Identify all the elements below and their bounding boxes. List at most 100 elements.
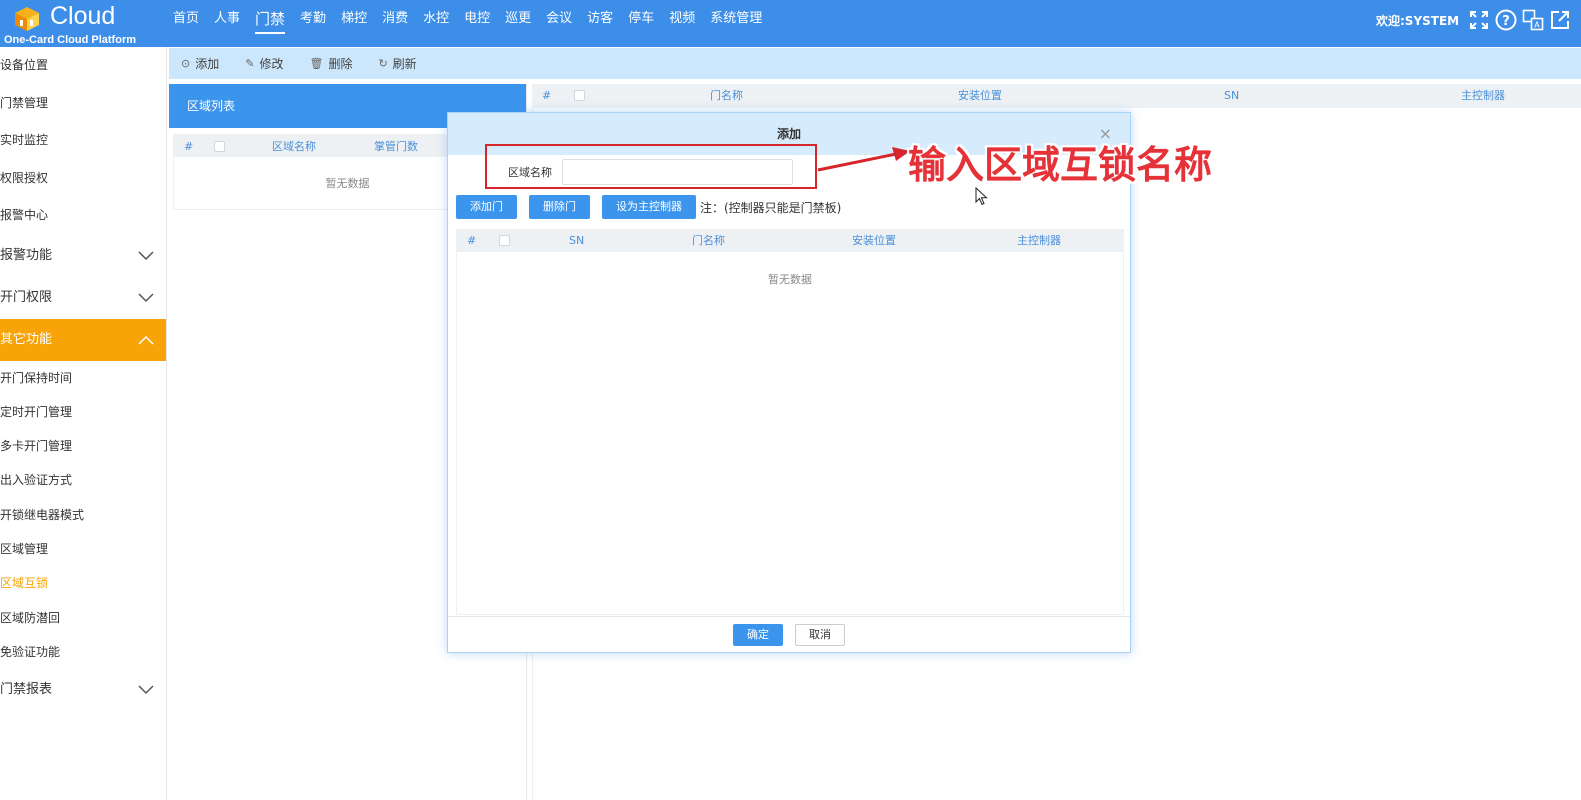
dialog-button-row: 添加门 删除门 设为主控制器 注：(控制器只能是门禁板) xyxy=(456,195,841,219)
sidebar-item[interactable]: 开门保持时间 xyxy=(0,361,166,395)
add-button[interactable]: ⊙ 添加 xyxy=(181,55,219,72)
nav-item[interactable]: 巡更 xyxy=(505,0,531,40)
sidebar-item[interactable]: 设备位置 xyxy=(0,47,166,85)
set-master-controller-button[interactable]: 设为主控制器 xyxy=(602,195,696,219)
cancel-button[interactable]: 取消 xyxy=(795,623,845,646)
col-location: 安装位置 xyxy=(852,234,896,247)
delete-door-button[interactable]: 删除门 xyxy=(529,195,590,219)
sidebar-item[interactable]: 免验证功能 xyxy=(0,635,166,669)
logo-text: Cloud xyxy=(50,2,116,30)
sidebar-item[interactable]: 多卡开门管理 xyxy=(0,429,166,463)
edit-button-label: 修改 xyxy=(259,57,284,71)
col-controller: 主控制器 xyxy=(1461,89,1505,102)
nav-item[interactable]: 访客 xyxy=(587,0,613,40)
sidebar-item[interactable]: 开门权限 xyxy=(0,277,166,319)
col-controller: 主控制器 xyxy=(1017,234,1061,247)
chevron-up-icon xyxy=(136,319,156,361)
sidebar-item[interactable]: 区域互锁 xyxy=(0,566,166,600)
add-button-label: 添加 xyxy=(195,57,220,71)
sidebar-item[interactable]: 权限授权 xyxy=(0,160,166,198)
select-all-cell xyxy=(499,235,510,248)
col-door-name: 门名称 xyxy=(692,234,725,247)
sidebar-item-label: 其它功能 xyxy=(0,331,53,347)
pencil-icon: ✎ xyxy=(245,57,255,70)
nav-item[interactable]: 系统管理 xyxy=(710,0,762,40)
sidebar-item-label: 实时监控 xyxy=(0,133,49,147)
col-index: # xyxy=(467,234,477,247)
nav-item[interactable]: 梯控 xyxy=(341,0,367,40)
sidebar-item[interactable]: 报警功能 xyxy=(0,235,166,277)
nav-item[interactable]: 消费 xyxy=(382,0,408,40)
nav-item[interactable]: 视频 xyxy=(669,0,695,40)
nav-item[interactable]: 首页 xyxy=(173,0,199,40)
col-door-name: 门名称 xyxy=(710,89,743,102)
nav-item[interactable]: 电控 xyxy=(464,0,490,40)
delete-button-label: 删除 xyxy=(328,57,353,71)
svg-text:?: ? xyxy=(1502,14,1510,29)
nav-item[interactable]: 会议 xyxy=(546,0,572,40)
select-all-checkbox[interactable] xyxy=(214,140,225,152)
sidebar-item-label: 免验证功能 xyxy=(0,644,61,659)
sidebar-item-label: 报警中心 xyxy=(0,208,49,222)
sidebar-item-label: 开门保持时间 xyxy=(0,370,73,385)
controller-note: 注：(控制器只能是门禁板) xyxy=(700,200,842,215)
sidebar-item[interactable]: 报警中心 xyxy=(0,197,166,235)
plus-circle-icon: ⊙ xyxy=(181,57,191,70)
col-index: # xyxy=(542,89,552,102)
sidebar-item-label: 多卡开门管理 xyxy=(0,439,73,454)
sidebar-item[interactable]: 定时开门管理 xyxy=(0,395,166,429)
sidebar-item[interactable]: 区域管理 xyxy=(0,532,166,566)
logo-cube-icon xyxy=(15,7,39,31)
sidebar-item-label: 门禁报表 xyxy=(0,682,53,698)
refresh-button[interactable]: ↻ 刷新 xyxy=(378,55,416,72)
help-icon[interactable]: ? xyxy=(1494,8,1518,32)
welcome-text: 欢迎:SYSTEM xyxy=(1376,14,1460,28)
sidebar-item[interactable]: 门禁报表 xyxy=(0,669,166,711)
chevron-down-icon xyxy=(136,277,156,319)
sidebar-item-label: 定时开门管理 xyxy=(0,404,73,419)
svg-text:A: A xyxy=(1534,21,1540,30)
sidebar-item[interactable]: 开锁继电器模式 xyxy=(0,498,166,532)
edit-button[interactable]: ✎ 修改 xyxy=(245,55,283,72)
annotation-text: 输入区域互锁名称 xyxy=(908,143,1213,187)
delete-button[interactable]: 🗑 删除 xyxy=(309,55,352,72)
fullscreen-icon[interactable] xyxy=(1467,8,1491,32)
nav-item[interactable]: 考勤 xyxy=(300,0,326,40)
refresh-icon: ↻ xyxy=(378,57,388,70)
sidebar-item[interactable]: 区域防潜回 xyxy=(0,601,166,635)
nav-item[interactable]: 水控 xyxy=(423,0,449,40)
sidebar-item[interactable]: 其它功能 xyxy=(0,318,166,361)
mouse-cursor-icon xyxy=(975,187,988,206)
add-door-button[interactable]: 添加门 xyxy=(456,195,517,219)
confirm-button[interactable]: 确定 xyxy=(733,623,783,646)
select-all-checkbox[interactable] xyxy=(574,90,585,101)
sidebar-item-label: 区域互锁 xyxy=(0,576,49,591)
nav-item[interactable]: 人事 xyxy=(214,0,240,40)
nav-item[interactable]: 门禁 xyxy=(255,0,286,40)
trash-icon: 🗑 xyxy=(309,57,324,70)
sidebar-item-label: 报警功能 xyxy=(0,247,53,263)
language-icon[interactable]: A xyxy=(1521,8,1545,32)
sidebar-item[interactable]: 出入验证方式 xyxy=(0,463,166,497)
empty-message: 暂无数据 xyxy=(768,273,812,286)
toolbar: ⊙ 添加 ✎ 修改 🗑 删除 ↻ 刷新 xyxy=(169,48,1581,79)
refresh-button-label: 刷新 xyxy=(392,57,417,71)
sidebar-item-label: 权限授权 xyxy=(0,170,49,185)
nav-item[interactable]: 停车 xyxy=(628,0,654,40)
sidebar-item-label: 设备位置 xyxy=(0,58,49,72)
sidebar-item-label: 开门权限 xyxy=(0,289,53,305)
col-index: # xyxy=(184,139,194,153)
sidebar-item[interactable]: 实时监控 xyxy=(0,122,166,160)
header-icons: ? A xyxy=(1467,8,1575,32)
col-sn: SN xyxy=(1224,89,1240,102)
add-dialog: 添加 × 区域名称 添加门 删除门 设为主控制器 注：(控制器只能是门禁板) #… xyxy=(447,112,1131,653)
logo[interactable]: Cloud One-Card Cloud Platform xyxy=(4,2,160,46)
sidebar-item[interactable]: 门禁管理 xyxy=(0,85,166,123)
sidebar-item-label: 门禁管理 xyxy=(0,95,49,110)
logout-icon[interactable] xyxy=(1548,8,1572,32)
sidebar-item-label: 区域管理 xyxy=(0,541,49,556)
dialog-door-table: # SN 门名称 安装位置 主控制器 暂无数据 xyxy=(456,229,1124,615)
select-all-checkbox[interactable] xyxy=(499,235,510,246)
annotation-arrow-icon xyxy=(817,147,910,172)
col-location: 安装位置 xyxy=(958,89,1002,102)
